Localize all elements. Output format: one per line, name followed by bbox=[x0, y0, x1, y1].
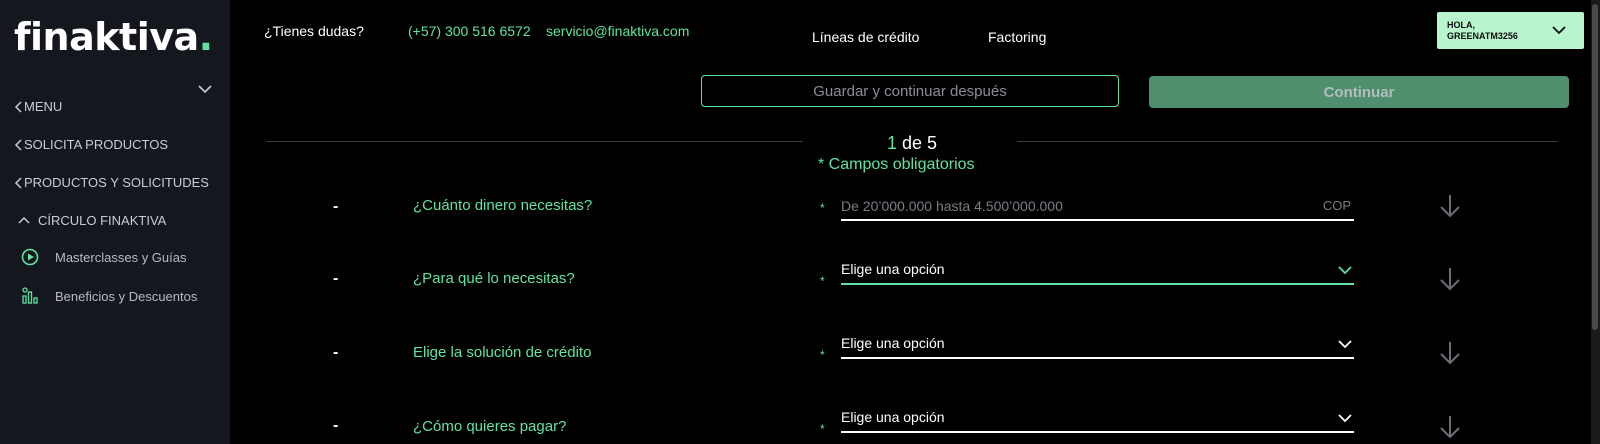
credit-solution-select[interactable]: Elige una opción bbox=[841, 333, 1354, 359]
logo-dot: . bbox=[198, 15, 213, 59]
scrollbar-thumb[interactable] bbox=[1592, 4, 1598, 330]
chevron-left-icon bbox=[14, 100, 22, 113]
required-star: * bbox=[820, 348, 825, 362]
save-and-continue-later-button[interactable]: Guardar y continuar después bbox=[701, 75, 1119, 107]
play-circle-icon bbox=[21, 248, 39, 266]
contact-phone-link[interactable]: (+57) 300 516 6572 bbox=[408, 23, 531, 39]
sidebar-item-circulo-finaktiva[interactable]: CÍRCULO FINAKTIVA bbox=[18, 213, 166, 228]
sidebar-menu-toggle[interactable]: MENU bbox=[14, 99, 62, 114]
amount-input[interactable] bbox=[841, 197, 1311, 215]
purpose-select[interactable]: Elige una opción bbox=[841, 259, 1354, 285]
chevron-left-icon bbox=[14, 176, 22, 189]
logo-text: finaktiva bbox=[14, 15, 199, 59]
sidebar-item-productos-solicitudes[interactable]: PRODUCTOS Y SOLICITUDES bbox=[14, 175, 209, 190]
sidebar-subitem-label: Beneficios y Descuentos bbox=[55, 288, 198, 304]
user-greeting: HOLA, GREENATM3256 bbox=[1447, 20, 1518, 42]
user-greeting-label: HOLA, bbox=[1447, 20, 1475, 30]
required-fields-note: * Campos obligatorios bbox=[818, 156, 975, 173]
continue-button[interactable]: Continuar bbox=[1149, 76, 1569, 108]
divider-right bbox=[1017, 141, 1557, 142]
sidebar-item-solicita-productos[interactable]: SOLICITA PRODUCTOS bbox=[14, 137, 168, 152]
step-current: 1 bbox=[886, 133, 897, 153]
row-dash: - bbox=[333, 198, 339, 215]
step-total: de 5 bbox=[896, 133, 938, 153]
sidebar-item-label: PRODUCTOS Y SOLICITUDES bbox=[24, 175, 209, 190]
arrow-down-icon[interactable] bbox=[1438, 266, 1462, 292]
payment-method-label: ¿Cómo quieres pagar? bbox=[413, 418, 567, 435]
arrow-down-icon[interactable] bbox=[1438, 193, 1462, 219]
sidebar-item-label: CÍRCULO FINAKTIVA bbox=[38, 213, 167, 228]
required-star: * bbox=[820, 422, 825, 436]
chevron-down-icon bbox=[1338, 266, 1352, 275]
help-question-text: ¿Tienes dudas? bbox=[264, 23, 364, 39]
finaktiva-logo[interactable]: finaktiva. bbox=[14, 18, 213, 56]
purpose-select-value: Elige una opción bbox=[841, 261, 945, 277]
sidebar-collapse-chevron-icon[interactable] bbox=[196, 80, 214, 98]
nav-lineas-de-credito[interactable]: Líneas de crédito bbox=[812, 29, 919, 45]
payment-method-select[interactable]: Elige una opción bbox=[841, 407, 1354, 433]
credit-solution-select-value: Elige una opción bbox=[841, 335, 945, 351]
credit-solution-label: Elige la solución de crédito bbox=[413, 344, 592, 361]
required-star: * bbox=[820, 201, 825, 215]
currency-suffix: COP bbox=[1322, 198, 1351, 213]
chevron-left-icon bbox=[14, 138, 22, 151]
sidebar-subitem-beneficios[interactable]: Beneficios y Descuentos bbox=[20, 286, 197, 306]
chevron-down-icon bbox=[1338, 340, 1352, 349]
user-name: GREENATM3256 bbox=[1447, 31, 1518, 41]
chevron-down-icon bbox=[1552, 26, 1566, 35]
arrow-down-icon[interactable] bbox=[1438, 414, 1462, 440]
chevron-up-icon bbox=[18, 216, 30, 224]
payment-method-select-value: Elige una opción bbox=[841, 409, 945, 425]
amount-label: ¿Cuánto dinero necesitas? bbox=[413, 197, 593, 214]
user-menu-button[interactable]: HOLA, GREENATM3256 bbox=[1437, 12, 1584, 49]
sidebar: finaktiva. MENU SOLICITA PRODUCTOS PRODU… bbox=[0, 0, 230, 444]
row-dash: - bbox=[333, 270, 339, 287]
chevron-down-icon bbox=[1338, 414, 1352, 423]
sidebar-subitem-label: Masterclasses y Guías bbox=[55, 249, 187, 265]
purpose-label: ¿Para qué lo necesitas? bbox=[413, 270, 575, 287]
row-dash: - bbox=[333, 417, 339, 434]
row-dash: - bbox=[333, 344, 339, 361]
amount-field[interactable]: COP bbox=[841, 195, 1354, 221]
sidebar-subitem-masterclasses[interactable]: Masterclasses y Guías bbox=[20, 247, 187, 267]
contact-email-link[interactable]: servicio@finaktiva.com bbox=[546, 23, 689, 39]
divider-left bbox=[266, 141, 803, 142]
nav-factoring[interactable]: Factoring bbox=[988, 29, 1046, 45]
benefits-chart-icon bbox=[22, 287, 38, 304]
sidebar-menu-label: MENU bbox=[24, 99, 63, 114]
step-indicator: 1 de 5 bbox=[860, 133, 964, 154]
sidebar-item-label: SOLICITA PRODUCTOS bbox=[24, 137, 168, 152]
arrow-down-icon[interactable] bbox=[1438, 340, 1462, 366]
required-star: * bbox=[820, 274, 825, 288]
